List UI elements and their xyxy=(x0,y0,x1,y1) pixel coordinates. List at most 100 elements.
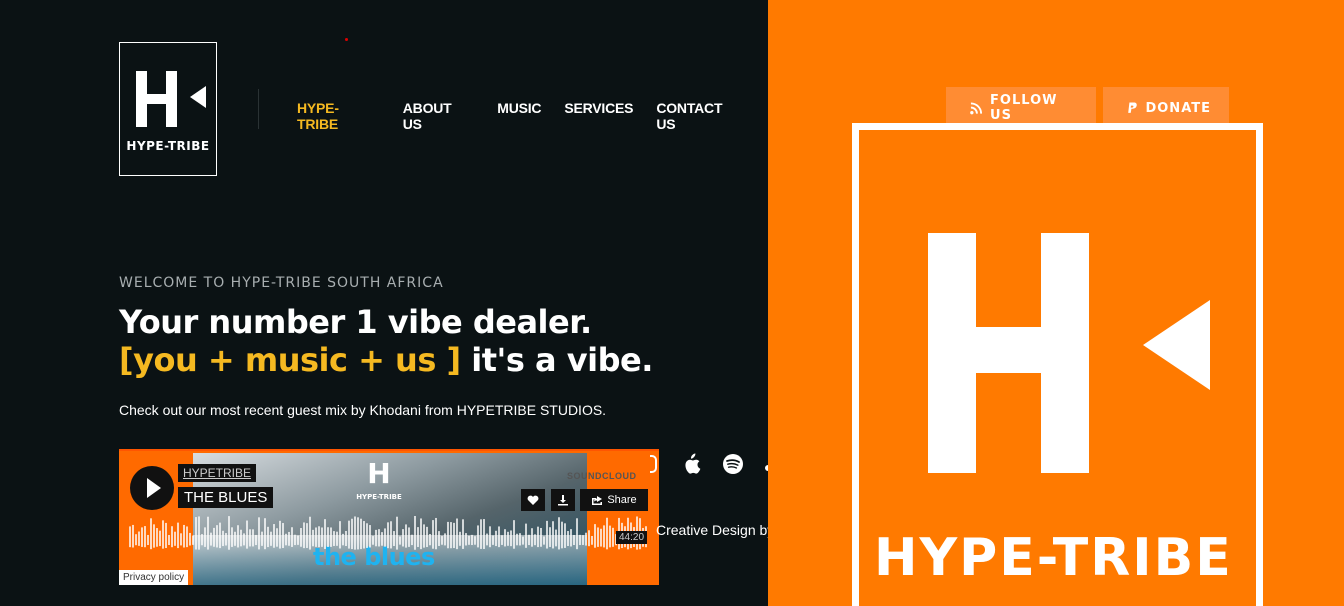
waveform-bar xyxy=(237,525,239,548)
waveform-bar xyxy=(228,516,230,550)
waveform-bar xyxy=(339,521,341,549)
waveform-bar xyxy=(312,529,314,547)
waveform-bar xyxy=(369,525,371,548)
waveform-bar xyxy=(570,529,572,547)
waveform-bar xyxy=(540,527,542,547)
track-title[interactable]: THE BLUES xyxy=(178,487,274,508)
nav-item-services[interactable]: SERVICES xyxy=(564,100,633,132)
waveform-bar xyxy=(603,525,605,548)
waveform-bar xyxy=(330,527,332,547)
waveform-bar xyxy=(129,526,131,548)
waveform-bar xyxy=(411,534,413,546)
credit-text: Creative Design by xyxy=(656,522,768,538)
hero-eyebrow: WELCOME TO HYPE-TRIBE SOUTH AFRICA xyxy=(119,275,444,291)
waveform-bar xyxy=(420,518,422,550)
waveform-bar xyxy=(471,534,473,546)
waveform-bar xyxy=(354,516,356,550)
rss-icon xyxy=(970,101,983,114)
nav-item-contact-us[interactable]: CONTACT US xyxy=(656,100,745,132)
waveform-bar xyxy=(555,529,557,547)
waveform-bar xyxy=(267,526,269,548)
waveform-bar xyxy=(399,536,401,545)
waveform-bar xyxy=(495,530,497,547)
waveform-bar xyxy=(318,526,320,548)
waveform-bar xyxy=(585,532,587,546)
waveform-bar xyxy=(309,516,311,550)
waveform-bar xyxy=(507,531,509,546)
waveform-bar xyxy=(363,521,365,549)
waveform-bar xyxy=(303,522,305,549)
download-icon xyxy=(558,495,568,506)
nav-item-hype-tribe[interactable]: HYPE-TRIBE xyxy=(297,100,380,132)
left-panel: HYPE-TRIBE HYPE-TRIBE ABOUT US MUSIC SER… xyxy=(0,0,768,606)
waveform-bar xyxy=(594,524,596,548)
privacy-policy-link[interactable]: Privacy policy xyxy=(119,570,189,585)
nav-item-about-us[interactable]: ABOUT US xyxy=(403,100,474,132)
partial-icon[interactable] xyxy=(650,453,660,475)
waveform-bar xyxy=(591,535,593,545)
waveform-bar xyxy=(429,533,431,546)
play-button[interactable] xyxy=(130,466,174,510)
waveform-bar xyxy=(522,536,524,545)
download-button[interactable] xyxy=(551,489,575,511)
spotify-icon[interactable] xyxy=(722,453,744,475)
waveform-bar xyxy=(525,523,527,548)
like-button[interactable] xyxy=(521,489,545,511)
waveform-bar xyxy=(405,524,407,548)
track-user-link[interactable]: HYPETRIBE xyxy=(178,464,257,482)
waveform-bar xyxy=(351,518,353,550)
waveform-bar xyxy=(564,523,566,548)
waveform-bar xyxy=(195,517,197,550)
waveform-bar xyxy=(546,520,548,549)
waveform-bar xyxy=(486,533,488,546)
waveform-bar xyxy=(213,527,215,547)
waveform-bar xyxy=(414,515,416,550)
waveform-bar xyxy=(342,533,344,546)
waveform-bar xyxy=(450,522,452,549)
waveform-bar xyxy=(273,524,275,548)
waveform-bar xyxy=(387,522,389,549)
waveform-bar xyxy=(198,516,200,550)
waveform-bar xyxy=(576,518,578,550)
waveform-bar xyxy=(438,531,440,546)
waveform-bar xyxy=(474,536,476,545)
waveform-bar xyxy=(534,534,536,546)
waveform-bar xyxy=(384,528,386,547)
waveform-bar xyxy=(396,516,398,550)
waveform-bar xyxy=(453,522,455,549)
waveform-bar xyxy=(402,529,404,547)
share-icon xyxy=(592,496,603,505)
waveform-bar xyxy=(432,520,434,549)
waveform-bar xyxy=(348,520,350,549)
waveform-bar xyxy=(444,533,446,546)
decor-dot xyxy=(345,38,348,41)
waveform-bar xyxy=(258,517,260,550)
soundcloud-player: H HYPE-TRIBE the blues HYPETRIBE THE BLU… xyxy=(119,449,659,585)
waveform-bar xyxy=(558,517,560,550)
nav-item-music[interactable]: MUSIC xyxy=(497,100,541,132)
waveform-bar xyxy=(567,531,569,546)
headline-line-1: Your number 1 vibe dealer. xyxy=(119,303,592,341)
waveform-bar xyxy=(168,535,170,545)
waveform-bar xyxy=(426,526,428,548)
apple-icon[interactable] xyxy=(680,453,702,475)
waveform-bar xyxy=(174,531,176,546)
follow-us-label: FOLLOW US xyxy=(990,93,1058,123)
site-logo[interactable]: HYPE-TRIBE xyxy=(119,42,217,176)
waveform-bar xyxy=(552,521,554,549)
waveform-bar xyxy=(147,534,149,546)
waveform-bar xyxy=(276,528,278,547)
waveform-bar xyxy=(288,531,290,546)
waveform-bar xyxy=(282,523,284,548)
waveform-bar xyxy=(294,534,296,546)
waveform-bar xyxy=(189,532,191,546)
waveform-bar xyxy=(180,533,182,546)
artwork-logo: H HYPE-TRIBE xyxy=(353,459,405,509)
waveform-bar xyxy=(480,519,482,549)
share-button[interactable]: Share xyxy=(580,489,648,511)
main-nav: HYPE-TRIBE ABOUT US MUSIC SERVICES CONTA… xyxy=(297,100,768,132)
waveform-bar xyxy=(138,531,140,546)
waveform[interactable] xyxy=(129,513,649,553)
waveform-bar xyxy=(543,536,545,545)
soundcloud-brand[interactable]: SOUNDCLOUD xyxy=(567,471,637,481)
